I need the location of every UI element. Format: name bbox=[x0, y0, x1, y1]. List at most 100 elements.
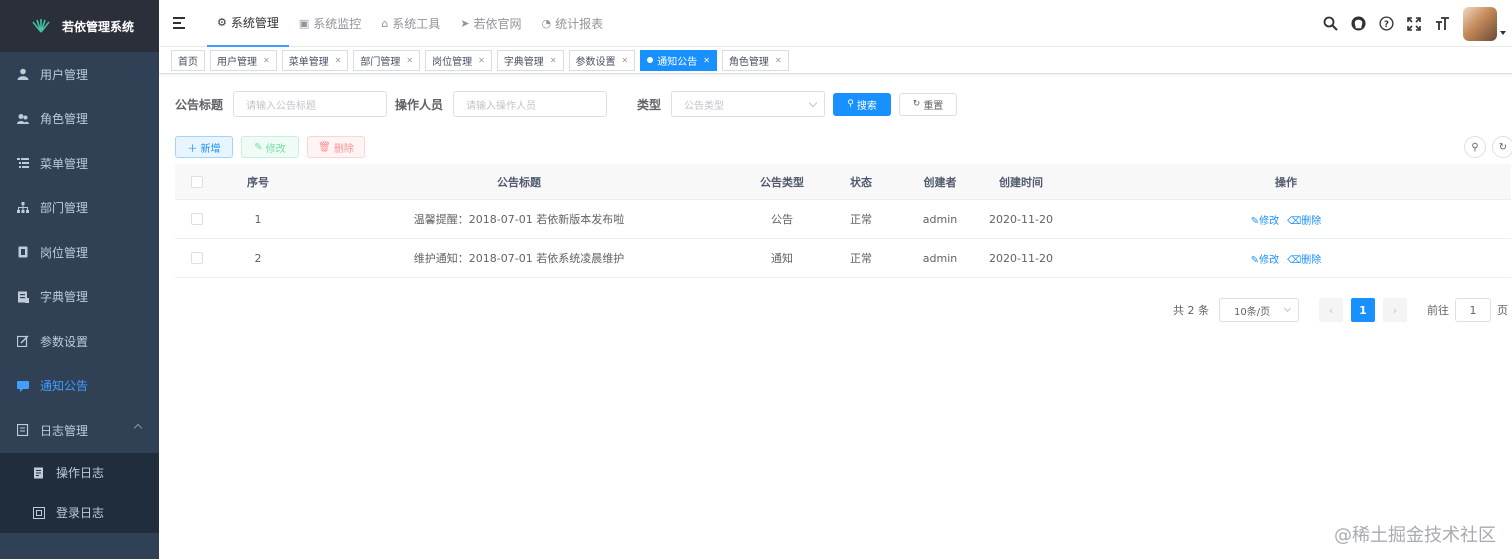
top-menu-label: 若依官网 bbox=[473, 16, 522, 31]
tag-role[interactable]: 角色管理 ✕ bbox=[721, 49, 789, 71]
search-button[interactable]: ⚲ 搜索 bbox=[833, 92, 892, 116]
tag-dict[interactable]: 字典管理 ✕ bbox=[496, 49, 564, 71]
reset-button[interactable]: ↻ 重置 bbox=[899, 92, 958, 116]
add-button[interactable]: ＋新增 bbox=[175, 136, 233, 158]
sidebar-item-operlog[interactable]: 操作日志 bbox=[0, 453, 159, 493]
sidebar-item-config[interactable]: 参数设置 bbox=[0, 319, 159, 364]
row-edit-link[interactable]: ✎修改 bbox=[1251, 255, 1279, 266]
refresh-button[interactable]: ↻ bbox=[1492, 136, 1512, 158]
row-delete-link[interactable]: ⌫删除 bbox=[1287, 216, 1321, 227]
monitor-icon: ▣ bbox=[298, 16, 310, 30]
row-checkbox[interactable] bbox=[175, 252, 219, 264]
search-icon[interactable] bbox=[1317, 11, 1343, 37]
logo[interactable]: 若依管理系统 bbox=[0, 0, 159, 52]
active-dot-icon bbox=[647, 57, 654, 63]
logo-icon bbox=[30, 19, 52, 33]
top-menu-label: 系统工具 bbox=[392, 16, 441, 31]
top-menu-guide[interactable]: ➤ 若依官网 bbox=[450, 0, 531, 47]
goto-prefix: 前往 bbox=[1427, 304, 1449, 317]
top-menu-monitor[interactable]: ▣ 系统监控 bbox=[289, 0, 371, 47]
user-icon bbox=[16, 67, 30, 81]
hamburger-icon[interactable] bbox=[173, 17, 187, 29]
table-row[interactable]: 2 维护通知：2018-07-01 若依系统凌晨维护 通知 正常 admin 2… bbox=[175, 239, 1511, 278]
row-edit-link[interactable]: ✎修改 bbox=[1251, 216, 1279, 227]
trash-icon: ⌫ bbox=[1287, 215, 1302, 227]
github-icon[interactable] bbox=[1345, 11, 1371, 37]
cell-time: 2020-11-20 bbox=[989, 212, 1053, 226]
sidebar-item-role[interactable]: 角色管理 bbox=[0, 97, 159, 142]
close-icon[interactable]: ✕ bbox=[775, 56, 782, 65]
font-size-icon[interactable] bbox=[1429, 11, 1455, 37]
navbar-right: ? bbox=[1315, 0, 1512, 47]
page-size-select[interactable]: 10条/页 bbox=[1219, 298, 1299, 322]
delete-button[interactable]: 🗑 删除 bbox=[307, 136, 365, 158]
prev-page-button[interactable]: ‹ bbox=[1319, 298, 1343, 322]
page-size-value: 10条/页 bbox=[1234, 306, 1271, 318]
toggle-search-button[interactable]: ⚲ bbox=[1464, 136, 1486, 158]
sidebar-item-label: 岗位管理 bbox=[40, 245, 89, 260]
edit-button[interactable]: ✎ 修改 bbox=[241, 136, 299, 158]
tag-dept[interactable]: 部门管理 ✕ bbox=[353, 49, 421, 71]
top-menu-report[interactable]: ◔ 统计报表 bbox=[532, 0, 614, 47]
caret-down-icon[interactable] bbox=[1500, 30, 1506, 35]
search-button-label: 搜索 bbox=[856, 100, 877, 112]
top-menu-system[interactable]: ⚙ 系统管理 bbox=[207, 0, 289, 47]
row-checkbox[interactable] bbox=[175, 213, 219, 225]
close-icon[interactable]: ✕ bbox=[406, 56, 413, 65]
notice-type-select[interactable]: 公告类型 bbox=[671, 91, 826, 117]
cell-type: 公告 bbox=[771, 213, 793, 226]
tag-label: 首页 bbox=[178, 56, 198, 68]
row-delete-label: 删除 bbox=[1301, 254, 1322, 266]
sidebar-submenu-log: 操作日志 登录日志 bbox=[0, 452, 159, 533]
tag-config[interactable]: 参数设置 ✕ bbox=[568, 49, 636, 71]
goto-page-input[interactable]: 1 bbox=[1455, 298, 1491, 322]
fullscreen-icon[interactable] bbox=[1401, 11, 1427, 37]
top-menu-tool[interactable]: ⌂ 系统工具 bbox=[371, 0, 450, 47]
operator-input[interactable]: 请输入操作人员 bbox=[453, 91, 608, 117]
tag-notice[interactable]: 通知公告 ✕ bbox=[640, 49, 717, 71]
notice-title-input[interactable]: 请输入公告标题 bbox=[233, 91, 388, 117]
watermark: @稀土掘金技术社区 bbox=[1334, 525, 1496, 546]
operator-placeholder: 请输入操作人员 bbox=[466, 100, 537, 112]
select-all-checkbox[interactable] bbox=[175, 175, 219, 188]
tag-home[interactable]: 首页 bbox=[171, 49, 205, 71]
notice-title-placeholder: 请输入公告标题 bbox=[246, 100, 317, 112]
cell-index: 1 bbox=[254, 212, 262, 226]
avatar[interactable] bbox=[1463, 6, 1497, 41]
plus-icon: ＋ bbox=[187, 143, 198, 155]
tag-user[interactable]: 用户管理 ✕ bbox=[210, 49, 277, 71]
gear-icon: ⚙ bbox=[217, 15, 227, 29]
column-header: 操作 bbox=[1275, 175, 1297, 189]
dict-icon bbox=[16, 290, 30, 304]
tag-label: 用户管理 bbox=[217, 56, 257, 68]
close-icon[interactable]: ✕ bbox=[703, 56, 710, 65]
cell-type: 通知 bbox=[771, 252, 793, 265]
refresh-icon: ↻ bbox=[912, 99, 921, 109]
page-number-button[interactable]: 1 bbox=[1351, 298, 1375, 322]
row-delete-link[interactable]: ⌫删除 bbox=[1287, 255, 1321, 266]
close-icon[interactable]: ✕ bbox=[622, 56, 629, 65]
sidebar-item-user[interactable]: 用户管理 bbox=[0, 52, 159, 97]
sidebar-item-dict[interactable]: 字典管理 bbox=[0, 275, 159, 320]
close-icon[interactable]: ✕ bbox=[550, 56, 557, 65]
question-icon[interactable]: ? bbox=[1373, 11, 1399, 37]
chevron-down-icon bbox=[1283, 304, 1292, 313]
sidebar-item-logininfor[interactable]: 登录日志 bbox=[0, 493, 159, 533]
tag-menu[interactable]: 菜单管理 ✕ bbox=[281, 49, 349, 71]
guide-icon: ➤ bbox=[460, 16, 470, 30]
edit-icon: ✎ bbox=[1250, 215, 1260, 227]
tag-post[interactable]: 岗位管理 ✕ bbox=[425, 49, 492, 71]
column-header: 序号 bbox=[247, 175, 269, 189]
sidebar-item-log[interactable]: 日志管理 bbox=[0, 408, 159, 453]
sidebar-item-menu[interactable]: 菜单管理 bbox=[0, 141, 159, 186]
sidebar-item-notice[interactable]: 通知公告 bbox=[0, 364, 159, 409]
sidebar-item-post[interactable]: 岗位管理 bbox=[0, 230, 159, 275]
sidebar-item-dept[interactable]: 部门管理 bbox=[0, 186, 159, 231]
next-page-button[interactable]: › bbox=[1383, 298, 1407, 322]
close-icon[interactable]: ✕ bbox=[478, 56, 485, 65]
close-icon[interactable]: ✕ bbox=[263, 56, 270, 65]
table-row[interactable]: 1 温馨提醒：2018-07-01 若依新版本发布啦 公告 正常 admin 2… bbox=[175, 200, 1511, 239]
close-icon[interactable]: ✕ bbox=[335, 56, 342, 65]
edit-icon bbox=[16, 334, 30, 348]
search-icon: ⚲ bbox=[847, 99, 854, 109]
